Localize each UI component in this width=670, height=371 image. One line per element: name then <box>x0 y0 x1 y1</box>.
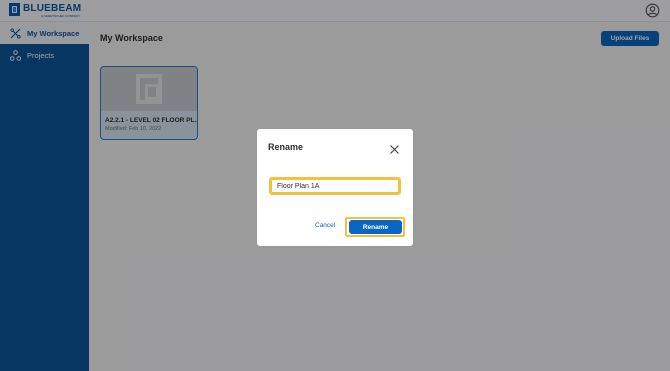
rename-button[interactable]: Rename <box>349 220 402 234</box>
close-icon[interactable] <box>389 142 400 154</box>
dialog-title: Rename <box>268 142 304 152</box>
rename-input[interactable] <box>269 177 401 195</box>
rename-dialog: Rename Cancel Rename <box>257 129 413 246</box>
cancel-button[interactable]: Cancel <box>315 222 335 229</box>
